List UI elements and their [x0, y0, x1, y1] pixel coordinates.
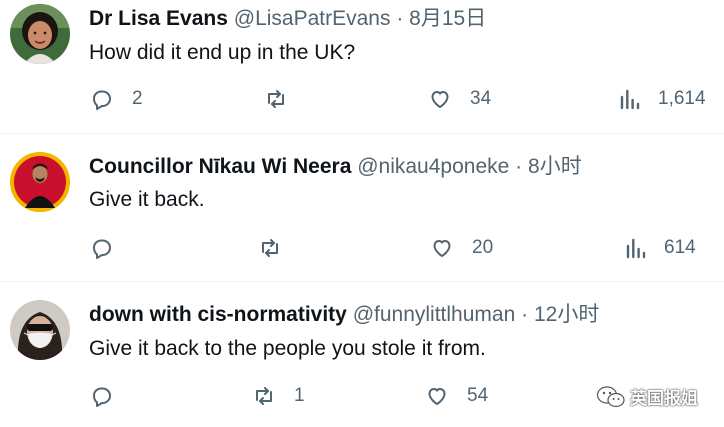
handle[interactable]: @nikau4poneke	[357, 155, 509, 178]
view-count: 614	[664, 237, 696, 258]
watermark-text: 英国报姐	[630, 389, 698, 408]
repost-icon	[256, 387, 272, 405]
avatar[interactable]	[10, 152, 70, 212]
reply-icon	[93, 387, 111, 407]
view-count: 1,614	[658, 88, 706, 109]
tweet: Councillor Nīkau Wi Neera @nikau4poneke …	[0, 134, 724, 281]
timestamp[interactable]: 8小时	[528, 155, 582, 178]
avatar[interactable]	[10, 4, 70, 64]
reply-button[interactable]: 2	[90, 87, 143, 111]
handle[interactable]: @LisaPatrEvans	[234, 7, 391, 30]
repost-icon	[262, 239, 278, 257]
like-count: 54	[467, 385, 489, 406]
handle[interactable]: @funnylittlhuman	[353, 303, 516, 326]
display-name[interactable]: Councillor Nīkau Wi Neera	[89, 155, 351, 178]
reply-count: 2	[132, 88, 143, 109]
reply-icon	[93, 90, 111, 110]
watermark: 英国报姐	[596, 384, 698, 409]
like-button[interactable]: 54	[425, 384, 488, 408]
reply-icon	[93, 239, 111, 259]
tweet: Dr Lisa Evans @LisaPatrEvans · 8月15日 How…	[0, 0, 724, 134]
display-name[interactable]: Dr Lisa Evans	[89, 7, 228, 30]
separator: ·	[515, 155, 523, 178]
tweet-text: How did it end up in the UK?	[89, 41, 356, 64]
heart-icon	[433, 240, 451, 257]
tweet-header: Councillor Nīkau Wi Neera @nikau4poneke …	[89, 154, 582, 180]
repost-button[interactable]: 1	[252, 384, 305, 408]
like-button[interactable]: 34	[428, 87, 491, 111]
repost-button[interactable]	[258, 236, 300, 260]
views-button[interactable]: 1,614	[618, 87, 706, 111]
separator: ·	[396, 7, 404, 30]
avatar[interactable]	[10, 300, 70, 360]
views-icon	[626, 238, 646, 259]
views-button[interactable]: 614	[624, 236, 696, 260]
like-count: 34	[470, 88, 492, 109]
reply-button[interactable]	[90, 384, 132, 408]
repost-icon	[268, 90, 284, 108]
tweet-text: Give it back to the people you stole it …	[89, 337, 486, 360]
repost-button[interactable]	[264, 87, 306, 111]
tweet-header: Dr Lisa Evans @LisaPatrEvans · 8月15日	[89, 6, 486, 32]
tweet-header: down with cis-normativity @funnylittlhum…	[89, 302, 599, 328]
views-icon	[620, 89, 640, 110]
heart-icon	[431, 91, 449, 108]
like-button[interactable]: 20	[430, 236, 493, 260]
tweet-text: Give it back.	[89, 188, 205, 211]
wechat-logo-icon	[596, 385, 625, 407]
timestamp[interactable]: 12小时	[534, 303, 599, 326]
separator: ·	[521, 303, 529, 326]
reply-button[interactable]	[90, 236, 132, 260]
like-count: 20	[472, 237, 494, 258]
display-name[interactable]: down with cis-normativity	[89, 303, 347, 326]
timestamp[interactable]: 8月15日	[409, 7, 486, 30]
heart-icon	[428, 388, 446, 405]
repost-count: 1	[294, 385, 305, 406]
